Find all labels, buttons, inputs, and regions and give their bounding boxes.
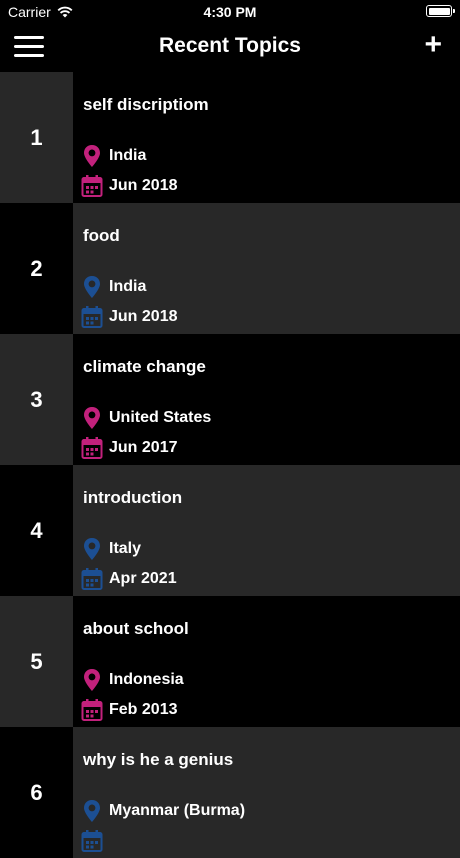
date-line: Jun 2018: [81, 174, 177, 198]
topic-number: 5: [0, 596, 73, 727]
location-line: India: [81, 144, 146, 168]
date-line: Jun 2018: [81, 305, 177, 329]
location-label: United States: [109, 409, 212, 426]
clock: 4:30 PM: [203, 4, 257, 20]
location-line: India: [81, 275, 146, 299]
topic-title: introduction: [83, 488, 183, 507]
topics-list: 1 self discriptiom India Jun 2018 2 food…: [0, 72, 460, 858]
status-bar: Carrier 4:30 PM: [0, 0, 460, 24]
topic-title: food: [83, 226, 120, 245]
location-label: Indonesia: [109, 671, 184, 688]
location-pin-icon: [84, 538, 100, 560]
location-pin-icon: [84, 800, 100, 822]
location-pin-icon: [84, 407, 100, 429]
topic-content: self discriptiom India Jun 2018: [73, 72, 460, 203]
topic-number: 6: [0, 727, 73, 858]
date-label: Jun 2017: [109, 439, 178, 456]
date-line: [81, 829, 109, 853]
calendar-icon: [81, 830, 103, 852]
topic-row[interactable]: 5 about school Indonesia Feb 2013: [0, 596, 460, 727]
location-label: Myanmar (Burma): [109, 802, 246, 819]
topic-row[interactable]: 4 introduction Italy Apr 2021: [0, 465, 460, 596]
date-line: Feb 2013: [81, 698, 177, 722]
date-label: Feb 2013: [109, 701, 178, 718]
location-label: India: [109, 278, 147, 295]
topic-title: why is he a genius: [83, 750, 234, 769]
topic-number: 1: [0, 72, 73, 203]
topic-title: self discriptiom: [83, 95, 209, 114]
date-label: Apr 2021: [109, 570, 177, 587]
location-pin-icon: [84, 145, 100, 167]
date-line: Jun 2017: [81, 436, 177, 460]
topic-number: 2: [0, 203, 73, 334]
location-line: United States: [81, 406, 211, 430]
topic-row[interactable]: 6 why is he a genius Myanmar (Burma): [0, 727, 460, 858]
topic-content: introduction Italy Apr 2021: [73, 465, 460, 596]
location-label: Italy: [109, 540, 142, 557]
battery-icon: [426, 5, 455, 17]
topic-row[interactable]: 2 food India Jun 2018: [0, 203, 460, 334]
topic-content: climate change United States Jun 2017: [73, 334, 460, 465]
location-line: Myanmar (Burma): [81, 799, 245, 823]
topic-title: climate change: [83, 357, 206, 376]
location-pin-icon: [84, 669, 100, 691]
date-line: Apr 2021: [81, 567, 177, 591]
topic-title: about school: [83, 619, 189, 638]
calendar-icon: [81, 568, 103, 590]
calendar-icon: [81, 699, 103, 721]
location-line: Italy: [81, 537, 141, 561]
calendar-icon: [81, 437, 103, 459]
calendar-icon: [81, 306, 103, 328]
navigation-bar: Recent Topics +: [0, 24, 460, 72]
location-pin-icon: [84, 276, 100, 298]
topic-content: why is he a genius Myanmar (Burma): [73, 727, 460, 858]
location-label: India: [109, 147, 147, 164]
topic-row[interactable]: 1 self discriptiom India Jun 2018: [0, 72, 460, 203]
topic-number: 4: [0, 465, 73, 596]
page-title: Recent Topics: [159, 34, 301, 57]
date-label: Jun 2018: [109, 308, 178, 325]
location-line: Indonesia: [81, 668, 184, 692]
add-topic-button[interactable]: +: [424, 30, 442, 60]
topic-number: 3: [0, 334, 73, 465]
topic-content: about school Indonesia Feb 2013: [73, 596, 460, 727]
topic-content: food India Jun 2018: [73, 203, 460, 334]
calendar-icon: [81, 175, 103, 197]
date-label: Jun 2018: [109, 177, 178, 194]
topic-row[interactable]: 3 climate change United States Jun 2017: [0, 334, 460, 465]
